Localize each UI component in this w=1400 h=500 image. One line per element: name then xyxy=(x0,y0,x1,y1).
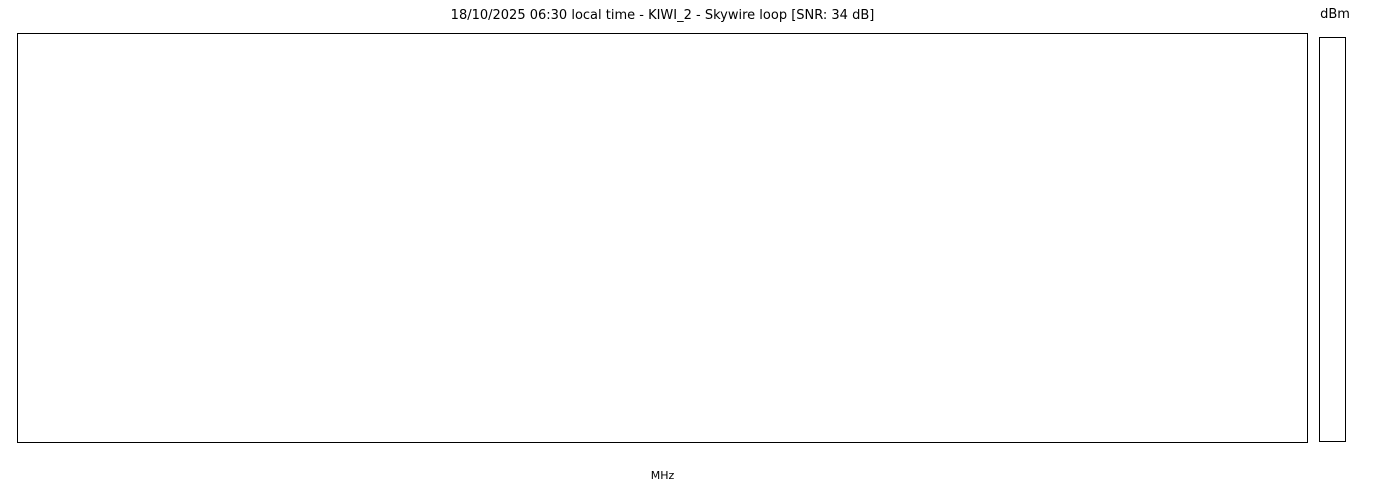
colorbar-canvas xyxy=(1319,37,1346,442)
chart-title: 18/10/2025 06:30 local time - KIWI_2 - S… xyxy=(450,8,875,23)
colorbar-label: dBm xyxy=(1320,7,1350,22)
x-axis-label: MHz xyxy=(650,469,675,482)
waterfall-figure: 18/10/2025 06:30 local time - KIWI_2 - S… xyxy=(0,0,1400,500)
spectrogram-canvas xyxy=(17,33,1308,443)
